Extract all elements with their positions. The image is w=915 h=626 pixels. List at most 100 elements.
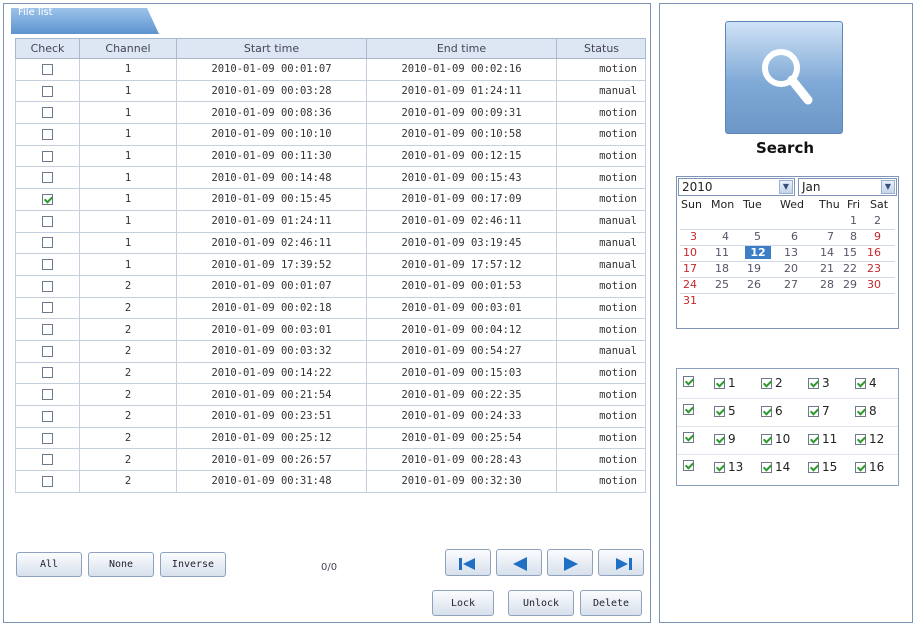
row-checkbox[interactable] bbox=[42, 150, 53, 162]
table-row[interactable]: 2 2010-01-09 00:26:57 2010-01-09 00:28:43 m… bbox=[15, 448, 646, 472]
checkbox[interactable] bbox=[808, 433, 819, 445]
channel-checkbox[interactable]: 10 bbox=[761, 432, 790, 446]
row-checkbox[interactable] bbox=[42, 193, 53, 205]
table-row[interactable]: 2 2010-01-09 00:14:22 2010-01-09 00:15:03 m… bbox=[15, 361, 646, 385]
row-checkbox[interactable] bbox=[42, 410, 53, 422]
channel-checkbox[interactable]: 1 bbox=[714, 376, 736, 390]
col-end-time-header[interactable]: End time bbox=[366, 38, 557, 59]
calendar-day[interactable]: 22 bbox=[839, 262, 857, 275]
row-checkbox[interactable] bbox=[42, 367, 53, 379]
table-row[interactable]: 1 2010-01-09 00:10:10 2010-01-09 00:10:58 m… bbox=[15, 123, 646, 146]
row-checkbox[interactable] bbox=[42, 324, 53, 336]
checkbox[interactable] bbox=[714, 461, 725, 473]
col-start-time-header[interactable]: Start time bbox=[176, 38, 367, 59]
select-none-button[interactable]: None bbox=[88, 552, 154, 577]
table-row[interactable]: 1 2010-01-09 17:39:52 2010-01-09 17:57:12 m… bbox=[15, 253, 646, 276]
row-checkbox[interactable] bbox=[42, 172, 53, 184]
checkbox[interactable] bbox=[808, 405, 819, 417]
calendar-day[interactable]: 20 bbox=[780, 262, 798, 275]
calendar-day[interactable]: 10 bbox=[679, 246, 697, 259]
channel-checkbox[interactable]: 11 bbox=[808, 432, 837, 446]
channel-checkbox[interactable]: 2 bbox=[761, 376, 783, 390]
row-checkbox[interactable] bbox=[42, 85, 53, 97]
calendar-day[interactable]: 28 bbox=[816, 278, 834, 291]
channel-checkbox[interactable]: 3 bbox=[808, 376, 830, 390]
calendar-day[interactable]: 5 bbox=[743, 230, 761, 243]
checkbox[interactable] bbox=[808, 377, 819, 389]
delete-button[interactable]: Delete bbox=[580, 590, 642, 616]
channel-checkbox[interactable]: 8 bbox=[855, 404, 877, 418]
channel-row-select-all[interactable] bbox=[683, 404, 694, 415]
channel-row-checkbox[interactable] bbox=[683, 432, 694, 443]
channel-checkbox[interactable]: 4 bbox=[855, 376, 877, 390]
calendar-day[interactable]: 24 bbox=[679, 278, 697, 291]
table-row[interactable]: 1 2010-01-09 00:15:45 2010-01-09 00:17:09 m… bbox=[15, 188, 646, 211]
search-button[interactable] bbox=[725, 21, 843, 134]
channel-checkbox[interactable]: 12 bbox=[855, 432, 884, 446]
channel-row-select-all[interactable] bbox=[683, 432, 694, 443]
calendar-day[interactable]: 18 bbox=[711, 262, 729, 275]
calendar-day[interactable]: 27 bbox=[780, 278, 798, 291]
row-checkbox[interactable] bbox=[42, 302, 53, 314]
calendar-day[interactable]: 12 bbox=[745, 246, 771, 259]
calendar-day[interactable]: 21 bbox=[816, 262, 834, 275]
calendar-day[interactable]: 7 bbox=[816, 230, 834, 243]
row-checkbox[interactable] bbox=[42, 107, 53, 119]
select-all-button[interactable]: All bbox=[16, 552, 82, 577]
row-checkbox[interactable] bbox=[42, 432, 53, 444]
table-row[interactable]: 1 2010-01-09 00:11:30 2010-01-09 00:12:15 m… bbox=[15, 144, 646, 168]
unlock-button[interactable]: Unlock bbox=[508, 590, 574, 616]
channel-row-checkbox[interactable] bbox=[683, 404, 694, 415]
channel-checkbox[interactable]: 15 bbox=[808, 460, 837, 474]
calendar-day[interactable]: 11 bbox=[711, 246, 729, 259]
channel-row-checkbox[interactable] bbox=[683, 376, 694, 387]
channel-checkbox[interactable]: 7 bbox=[808, 404, 830, 418]
channel-row-select-all[interactable] bbox=[683, 460, 694, 471]
calendar-day[interactable]: 8 bbox=[839, 230, 857, 243]
last-page-button[interactable] bbox=[598, 549, 644, 576]
row-checkbox[interactable] bbox=[42, 128, 53, 140]
checkbox[interactable] bbox=[808, 461, 819, 473]
row-checkbox[interactable] bbox=[42, 389, 53, 401]
table-row[interactable]: 1 2010-01-09 00:08:36 2010-01-09 00:09:31 m… bbox=[15, 101, 646, 125]
table-row[interactable]: 2 2010-01-09 00:31:48 2010-01-09 00:32:30 m… bbox=[15, 470, 646, 493]
channel-checkbox[interactable]: 5 bbox=[714, 404, 736, 418]
select-inverse-button[interactable]: Inverse bbox=[160, 552, 226, 577]
calendar-day[interactable]: 4 bbox=[711, 230, 729, 243]
calendar-day[interactable]: 15 bbox=[839, 246, 857, 259]
row-checkbox[interactable] bbox=[42, 475, 53, 487]
row-checkbox[interactable] bbox=[42, 280, 53, 292]
year-select[interactable]: 2010 ▼ bbox=[678, 178, 795, 196]
checkbox[interactable] bbox=[714, 433, 725, 445]
checkbox[interactable] bbox=[761, 405, 772, 417]
calendar-day[interactable]: 29 bbox=[839, 278, 857, 291]
calendar-day[interactable]: 1 bbox=[839, 214, 857, 227]
prev-page-button[interactable] bbox=[496, 549, 542, 576]
channel-row-checkbox[interactable] bbox=[683, 460, 694, 471]
calendar-day[interactable]: 16 bbox=[863, 246, 881, 259]
channel-checkbox[interactable]: 6 bbox=[761, 404, 783, 418]
table-row[interactable]: 2 2010-01-09 00:02:18 2010-01-09 00:03:01 m… bbox=[15, 296, 646, 320]
table-row[interactable]: 1 2010-01-09 00:14:48 2010-01-09 00:15:43 m… bbox=[15, 166, 646, 190]
next-page-button[interactable] bbox=[547, 549, 593, 576]
row-checkbox[interactable] bbox=[42, 454, 53, 466]
checkbox[interactable] bbox=[714, 405, 725, 417]
calendar-day[interactable]: 2 bbox=[863, 214, 881, 227]
row-checkbox[interactable] bbox=[42, 63, 53, 75]
channel-checkbox[interactable]: 9 bbox=[714, 432, 736, 446]
table-row[interactable]: 2 2010-01-09 00:03:01 2010-01-09 00:04:12 m… bbox=[15, 318, 646, 341]
col-check-header[interactable]: Check bbox=[15, 38, 80, 59]
col-channel-header[interactable]: Channel bbox=[79, 38, 177, 59]
channel-row-select-all[interactable] bbox=[683, 376, 694, 387]
table-row[interactable]: 1 2010-01-09 01:24:11 2010-01-09 02:46:11 m… bbox=[15, 209, 646, 233]
calendar-day[interactable]: 26 bbox=[743, 278, 761, 291]
table-row[interactable]: 2 2010-01-09 00:01:07 2010-01-09 00:01:53 m… bbox=[15, 274, 646, 298]
calendar-day[interactable]: 14 bbox=[816, 246, 834, 259]
calendar-day[interactable]: 31 bbox=[679, 294, 697, 307]
checkbox[interactable] bbox=[855, 461, 866, 473]
checkbox[interactable] bbox=[855, 433, 866, 445]
table-row[interactable]: 2 2010-01-09 00:23:51 2010-01-09 00:24:33 m… bbox=[15, 405, 646, 428]
calendar-day[interactable]: 13 bbox=[780, 246, 798, 259]
table-row[interactable]: 1 2010-01-09 00:01:07 2010-01-09 00:02:16 m… bbox=[15, 58, 646, 81]
table-row[interactable]: 2 2010-01-09 00:21:54 2010-01-09 00:22:35 m… bbox=[15, 383, 646, 406]
